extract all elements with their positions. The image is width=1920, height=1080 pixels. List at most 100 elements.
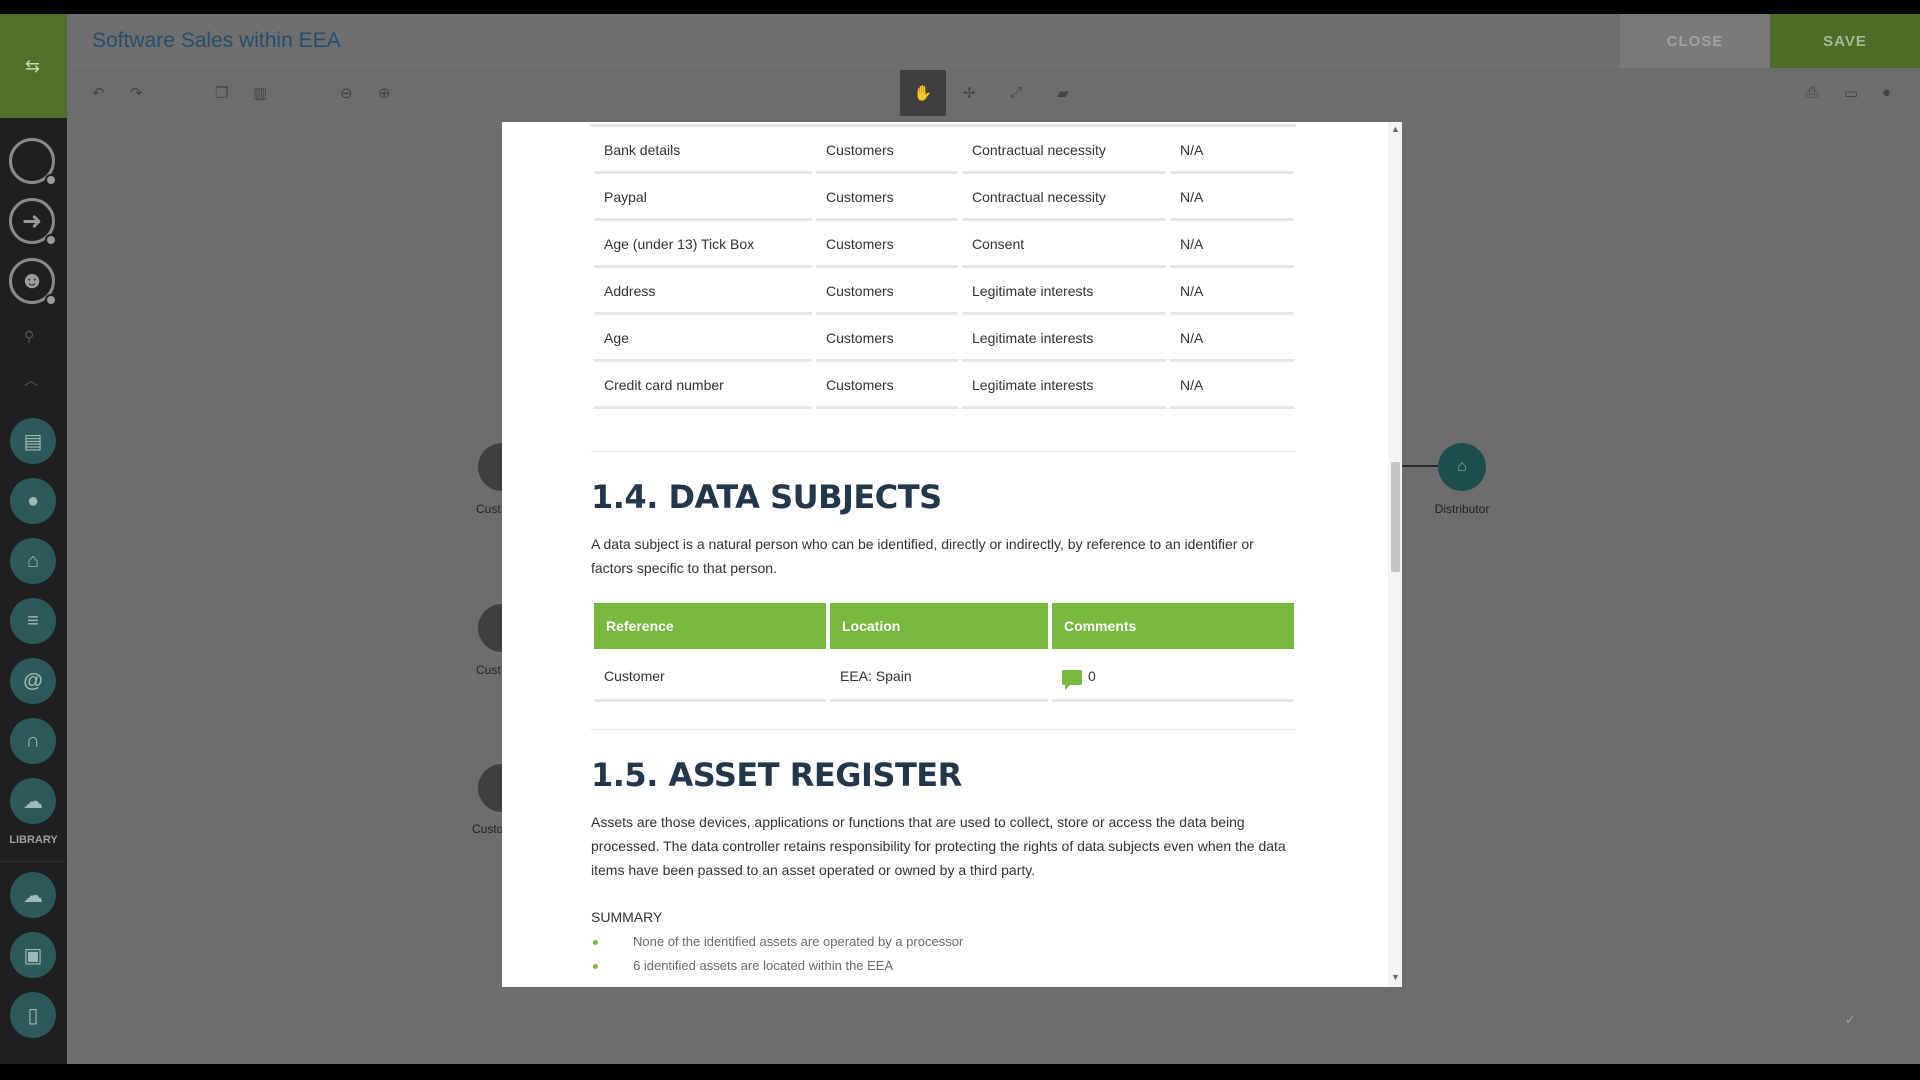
badge-dot <box>45 234 57 246</box>
distributor-label: Distributor <box>1434 502 1490 516</box>
library-label: LIBRARY <box>9 834 58 846</box>
header-bar: Software Sales within EEA CLOSE SAVE <box>67 14 1920 68</box>
table-cell: Customers <box>816 315 958 362</box>
scrollbar[interactable]: ▲ ▼ <box>1388 122 1402 987</box>
copy-icon[interactable]: ❐ <box>215 84 228 102</box>
table-row: Age (under 13) Tick Box Customers Consent N… <box>590 221 1296 268</box>
table-cell: Consent <box>962 221 1166 268</box>
table-cell: Legitimate interests <box>962 315 1166 362</box>
document-preview: ▲ ▼ Bank details Customers Contractual nec… <box>502 122 1402 987</box>
summary-item-text: 6 identified assets are located within t… <box>633 958 894 973</box>
table-row: Credit card number Customers Legitimate in… <box>590 362 1296 409</box>
table-cell: Legitimate interests <box>962 362 1166 409</box>
headset-icon[interactable]: ∩ <box>10 718 56 764</box>
table-cell: Bank details <box>594 127 812 174</box>
zoom-out-icon[interactable]: ⊖ <box>340 84 353 102</box>
comment-count: 0 <box>1088 668 1096 684</box>
table-row: Paypal Customers Contractual necessity N/A <box>590 174 1296 221</box>
table-cell: Customers <box>816 268 958 315</box>
undo-icon[interactable]: ↶ <box>92 84 105 102</box>
move-icon[interactable]: ✢ <box>963 84 976 102</box>
chevron-up-icon[interactable]: ︿ <box>24 370 38 390</box>
table-cell: Customers <box>816 127 958 174</box>
table-row: Bank details Customers Contractual necessi… <box>590 127 1296 174</box>
image-icon[interactable]: ▭ <box>1844 84 1858 102</box>
login-arrow-icon[interactable]: ➜ <box>9 198 57 246</box>
summary-item-text: None of the identified assets are operat… <box>633 934 964 949</box>
asset-register-description: Assets are those devices, applications o… <box>591 814 1286 878</box>
table-cell: Customer <box>594 653 826 702</box>
close-button[interactable]: CLOSE <box>1620 14 1770 68</box>
bullet-dot <box>593 940 598 945</box>
cloud-icon[interactable]: ☁ <box>10 778 56 824</box>
trash-icon[interactable]: ▥ <box>253 84 267 102</box>
comment-icon[interactable] <box>1062 669 1082 690</box>
node-label: Cust <box>476 663 501 677</box>
scroll-down-icon[interactable]: ▼ <box>1391 972 1400 982</box>
save-button[interactable]: SAVE <box>1770 14 1920 68</box>
distributor-node[interactable]: ⌂ <box>1438 443 1486 491</box>
scroll-up-icon[interactable]: ▲ <box>1391 124 1400 134</box>
scroll-thumb[interactable] <box>1391 462 1400 572</box>
search-circle-icon[interactable] <box>9 138 57 186</box>
bank-icon: ⌂ <box>1457 458 1467 475</box>
expand-arrows-icon[interactable]: ⇆ <box>0 14 67 118</box>
table-cell: N/A <box>1170 174 1294 221</box>
table-row: Age Customers Legitimate interests N/A <box>590 315 1296 362</box>
connector-line <box>1400 465 1440 467</box>
table-row: Address Customers Legitimate interests N/A <box>590 268 1296 315</box>
document-icon[interactable]: ▤ <box>10 418 56 464</box>
node-label: Custo <box>472 822 504 836</box>
table-cell: Legitimate interests <box>962 268 1166 315</box>
table-cell: Age (under 13) Tick Box <box>594 221 812 268</box>
sidebar: ⇆ ➜ ☻ ⚲ ︿ ▤ ● ⌂ ≡ @ ∩ ☁ LIBRARY ☁ ▣ ▯ <box>0 14 67 1064</box>
archive-icon[interactable]: ▣ <box>10 932 56 978</box>
user-icon[interactable]: ● <box>10 478 56 524</box>
column-header: Reference <box>594 603 826 649</box>
table-cell: Contractual necessity <box>962 174 1166 221</box>
divider <box>590 729 1296 730</box>
mobile-icon[interactable]: ▯ <box>10 992 56 1038</box>
app-window: ⇆ ➜ ☻ ⚲ ︿ ▤ ● ⌂ ≡ @ ∩ ☁ LIBRARY ☁ ▣ ▯ So… <box>0 14 1920 1064</box>
table-cell: N/A <box>1170 362 1294 409</box>
lawful-basis-table: Bank details Customers Contractual necessi… <box>590 127 1296 409</box>
table-cell: Customers <box>816 221 958 268</box>
node-label: Cust <box>476 502 501 516</box>
comment-icon[interactable]: ▰ <box>1057 84 1069 102</box>
redo-icon[interactable]: ↷ <box>130 84 143 102</box>
column-header: Location <box>830 603 1048 649</box>
table-cell: Customers <box>816 362 958 409</box>
data-subjects-description: A data subject is a natural person who c… <box>591 536 1254 576</box>
page-title: Software Sales within EEA <box>92 29 341 52</box>
print-icon[interactable]: ⎙ <box>1806 84 1818 101</box>
search-icon[interactable]: ⚲ <box>24 328 34 345</box>
user-profile-icon[interactable]: ☻ <box>9 258 57 306</box>
hand-icon[interactable]: ✋ <box>900 70 946 116</box>
summary-heading: SUMMARY <box>591 909 663 925</box>
section-title-data-subjects: 1.4. DATA SUBJECTS <box>591 478 942 516</box>
cloud-icon[interactable]: ☁ <box>10 872 56 918</box>
brand-logo: ✓ <box>1845 1012 1856 1027</box>
at-sign-icon[interactable]: @ <box>10 658 56 704</box>
resize-icon[interactable]: ⤢ <box>1010 84 1022 101</box>
comments-cell[interactable]: 0 <box>1052 653 1294 702</box>
table-cell: EEA: Spain <box>830 653 1048 702</box>
zoom-in-icon[interactable]: ⊕ <box>378 84 391 102</box>
column-header: Comments <box>1052 603 1294 649</box>
table-cell: Contractual necessity <box>962 127 1166 174</box>
table-cell: N/A <box>1170 315 1294 362</box>
table-cell: N/A <box>1170 127 1294 174</box>
sidebar-divider <box>0 861 67 862</box>
bullet-dot <box>593 964 598 969</box>
database-icon[interactable]: ≡ <box>10 598 56 644</box>
table-cell: Customers <box>816 174 958 221</box>
pin-icon[interactable]: ● <box>1882 84 1891 101</box>
badge-dot <box>45 174 57 186</box>
bank-icon[interactable]: ⌂ <box>10 538 56 584</box>
table-cell: Address <box>594 268 812 315</box>
table-cell: Age <box>594 315 812 362</box>
table-cell: Paypal <box>594 174 812 221</box>
table-cell: Credit card number <box>594 362 812 409</box>
table-cell: N/A <box>1170 221 1294 268</box>
section-title-asset-register: 1.5. ASSET REGISTER <box>591 756 962 794</box>
